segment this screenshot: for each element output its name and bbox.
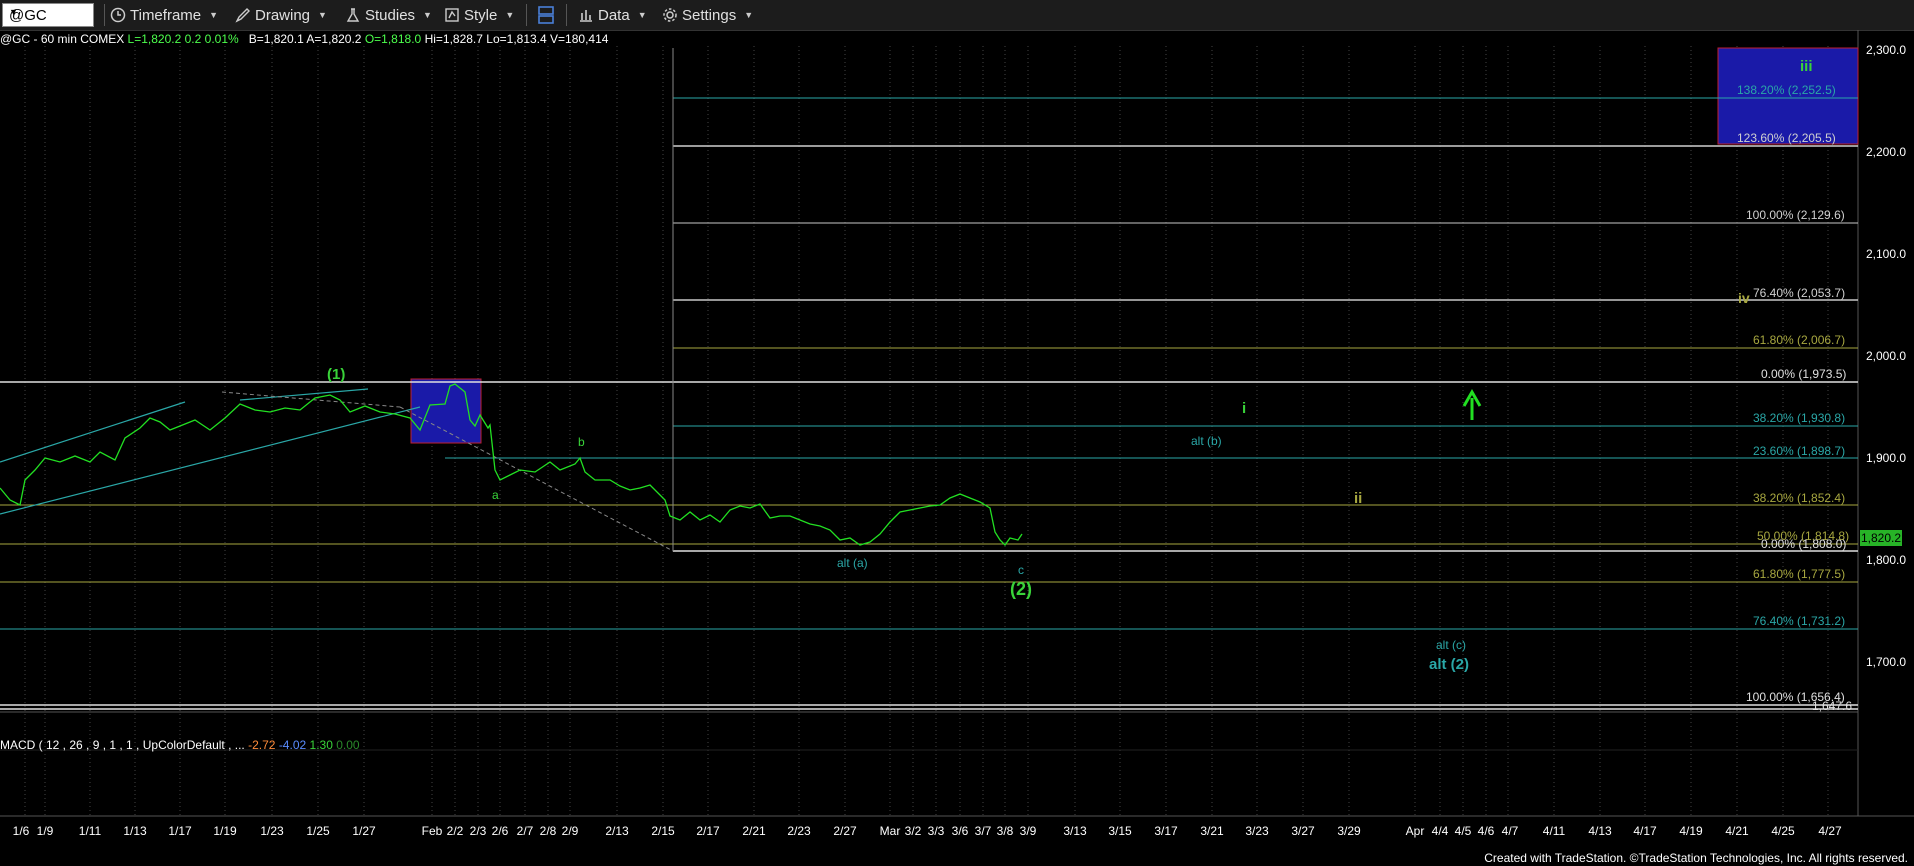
x-axis-label: 3/7 (974, 824, 992, 838)
x-axis-label: 1/11 (78, 824, 102, 838)
x-axis-label: 3/23 (1245, 824, 1269, 838)
fib-label: 61.80% (1,777.5) (1753, 567, 1846, 581)
x-axis-label: 2/2 (446, 824, 464, 838)
fib-label: 0.00% (1,808.0) (1761, 537, 1847, 551)
price-axis-label: 1,900.0 (1866, 451, 1907, 465)
x-axis-label: 3/2 (904, 824, 922, 838)
fib-label: 138.20% (2,252.5) (1737, 83, 1836, 97)
fib-label: 76.40% (1,731.2) (1753, 614, 1846, 628)
x-axis-label: 3/3 (927, 824, 945, 838)
x-axis-label: 1/6 (12, 824, 30, 838)
x-axis-label: 2/6 (491, 824, 509, 838)
price-axis-label: 1,800.0 (1866, 553, 1907, 567)
wave-c-label: c (1018, 563, 1024, 577)
x-axis-label: 3/9 (1019, 824, 1037, 838)
wave-iv-label: iv (1738, 290, 1750, 306)
trend-channel (0, 388, 421, 515)
fib-label: 123.60% (2,205.5) (1737, 131, 1836, 145)
alt-2-label: alt (2) (1429, 656, 1470, 673)
x-axis-label: 2/17 (696, 824, 720, 838)
macd-params: MACD ( 12 , 26 , 9 , 1 , 1 , UpColorDefa… (0, 738, 245, 752)
up-arrow-icon (1462, 388, 1482, 420)
x-axis-label: 4/13 (1588, 824, 1612, 838)
fib-label: 76.40% (2,053.7) (1753, 286, 1846, 300)
wave-2-label: (2) (1010, 579, 1032, 599)
x-axis-label: 3/21 (1200, 824, 1224, 838)
macd-signal-value: -4.02 (278, 738, 307, 752)
x-axis-label: 3/6 (951, 824, 969, 838)
price-axis-label: 1,700.0 (1866, 655, 1907, 669)
macd-diff-value: 1.30 (309, 738, 333, 752)
x-axis-label: 2/7 (516, 824, 534, 838)
x-axis-label: 3/29 (1337, 824, 1361, 838)
macd-zero-value: 0.00 (336, 738, 360, 752)
alt-a-label: alt (a) (837, 556, 868, 570)
x-axis-label: 4/21 (1725, 824, 1749, 838)
price-line (0, 383, 1023, 547)
x-axis-label: 2/3 (469, 824, 487, 838)
x-axis-label: 3/8 (996, 824, 1014, 838)
fib-label: 0.00% (1,973.5) (1761, 367, 1847, 381)
current-price-tag: 1,820.2 (1860, 530, 1902, 546)
x-axis-label: 4/17 (1633, 824, 1657, 838)
wave-b-label: b (578, 435, 585, 449)
x-axis-label: 1/27 (352, 824, 376, 838)
x-axis-label: 4/11 (1542, 824, 1566, 838)
x-axis-label: 2/21 (742, 824, 766, 838)
x-axis-label: Mar (879, 824, 901, 838)
x-axis-label: Apr (1405, 824, 1425, 838)
x-axis-label: 1/25 (306, 824, 330, 838)
fib-label: 23.60% (1,898.7) (1753, 444, 1846, 458)
price-axis-label: 2,200.0 (1866, 145, 1907, 159)
x-axis-label: 2/27 (833, 824, 857, 838)
x-axis-label: 4/7 (1501, 824, 1519, 838)
wave-i-label: i (1242, 400, 1247, 417)
x-axis-label: 2/8 (539, 824, 557, 838)
price-axis-label: 2,300.0 (1866, 43, 1907, 57)
fib-label: 61.80% (2,006.7) (1753, 333, 1846, 347)
copyright-footer: Created with TradeStation. ©TradeStation… (1484, 851, 1908, 865)
x-axis-label: 3/27 (1291, 824, 1315, 838)
x-axis-label: 3/15 (1108, 824, 1132, 838)
x-axis-label: 1/13 (123, 824, 147, 838)
alt-b-label: alt (b) (1191, 434, 1222, 448)
x-axis-label: 4/27 (1818, 824, 1842, 838)
macd-value: -2.72 (248, 738, 276, 752)
vertical-grid (24, 46, 1829, 816)
price-axis-label: 2,100.0 (1866, 247, 1907, 261)
price-axis-label: 2,000.0 (1866, 349, 1907, 363)
x-axis-label: 1/17 (168, 824, 192, 838)
price-chart[interactable] (0, 0, 1914, 866)
fib-label: 38.20% (1,930.8) (1753, 411, 1846, 425)
x-axis-label: 1/23 (260, 824, 284, 838)
x-axis-label: 4/4 (1431, 824, 1449, 838)
wave-iii-label: iii (1800, 58, 1813, 75)
x-axis-label: 1/9 (36, 824, 54, 838)
fib-label: 38.20% (1,852.4) (1753, 491, 1846, 505)
x-axis-label: 3/13 (1063, 824, 1087, 838)
fibonacci-lines (0, 48, 1858, 710)
x-axis-label: 4/19 (1679, 824, 1703, 838)
fib-label: 100.00% (2,129.6) (1746, 208, 1845, 222)
x-axis-label: 2/13 (605, 824, 629, 838)
x-axis-label: 1/19 (213, 824, 237, 838)
x-axis-label: 4/6 (1477, 824, 1495, 838)
wave-1-label: (1) (327, 366, 346, 383)
x-axis-label: 2/15 (651, 824, 675, 838)
x-axis-label: 2/9 (561, 824, 579, 838)
x-axis-label: 4/25 (1771, 824, 1795, 838)
x-axis-label: 2/23 (787, 824, 811, 838)
fib-label: 1,647.6 (1812, 699, 1853, 713)
x-axis-label: 3/17 (1154, 824, 1178, 838)
x-axis-label: Feb (421, 824, 443, 838)
alt-c-label: alt (c) (1436, 638, 1466, 652)
wave-ii-label: ii (1354, 490, 1363, 507)
macd-indicator-label[interactable]: MACD ( 12 , 26 , 9 , 1 , 1 , UpColorDefa… (0, 738, 360, 752)
wave-1-top-box (410, 378, 482, 444)
x-axis-label: 4/5 (1454, 824, 1472, 838)
wave-a-label: a (492, 488, 499, 502)
